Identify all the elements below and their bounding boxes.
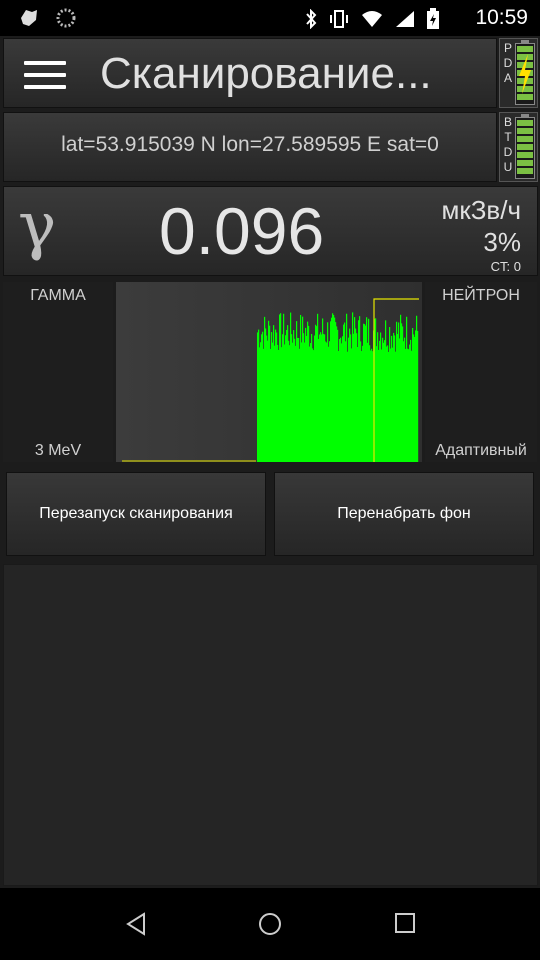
gamma-icon: γ — [18, 189, 57, 263]
gps-panel: lat=53.915039 N lon=27.589595 E sat=0 — [3, 112, 497, 182]
rebackground-button[interactable]: Перенабрать фон — [274, 472, 534, 556]
app-notification-icon — [18, 8, 40, 33]
spectrum-svg — [122, 298, 419, 462]
restart-scan-button[interactable]: Перезапуск сканирования — [6, 472, 266, 556]
dose-percent: 3% — [483, 227, 521, 257]
dose-rate-panel: γ 0.096 мкЗв/ч 3% CT: 0 — [3, 186, 538, 276]
app-header: Сканирование... — [3, 38, 497, 108]
status-bar: 10:59 — [0, 0, 540, 36]
clock: 10:59 — [475, 6, 528, 29]
bluetooth-icon — [304, 8, 318, 34]
spectrum-graph — [116, 282, 422, 462]
back-icon[interactable] — [124, 912, 148, 941]
gamma-label: ГАММА — [30, 287, 86, 304]
menu-icon[interactable] — [24, 61, 66, 89]
dose-count: CT: 0 — [490, 259, 521, 274]
signal-icon — [394, 9, 416, 34]
pda-battery-icon — [515, 40, 535, 105]
pda-letters: P D A — [503, 41, 513, 85]
home-icon[interactable] — [258, 912, 282, 941]
recents-icon[interactable] — [394, 912, 416, 939]
page-title: Сканирование... — [100, 49, 432, 98]
btdu-battery-icon — [515, 114, 535, 179]
gamma-side-panel: ГАММА 3 MeV — [3, 282, 113, 462]
energy-label: 3 MeV — [34, 442, 82, 459]
wifi-icon — [360, 9, 384, 34]
vibrate-icon — [328, 9, 350, 34]
rebackground-label: Перенабрать фон — [337, 505, 471, 522]
sync-icon — [56, 8, 76, 33]
btdu-letters: B T D U — [503, 115, 513, 174]
dose-unit: мкЗв/ч — [441, 195, 521, 225]
neutron-side-panel: НЕЙТРОН Адаптивный — [425, 282, 537, 462]
btdu-battery-indicator: B T D U — [499, 112, 538, 182]
charging-bolt-icon — [519, 54, 531, 94]
neutron-label: НЕЙТРОН — [442, 287, 520, 304]
mode-label: Адаптивный — [435, 442, 527, 459]
pda-battery-indicator: P D A — [499, 38, 538, 108]
spectrum-fill — [257, 367, 418, 462]
gps-coordinates: lat=53.915039 N lon=27.589595 E sat=0 — [61, 133, 439, 156]
navigation-bar — [0, 888, 540, 960]
dose-value: 0.096 — [159, 194, 325, 268]
battery-charging-icon — [426, 8, 440, 35]
content-area — [3, 564, 538, 886]
restart-scan-label: Перезапуск сканирования — [39, 505, 233, 522]
